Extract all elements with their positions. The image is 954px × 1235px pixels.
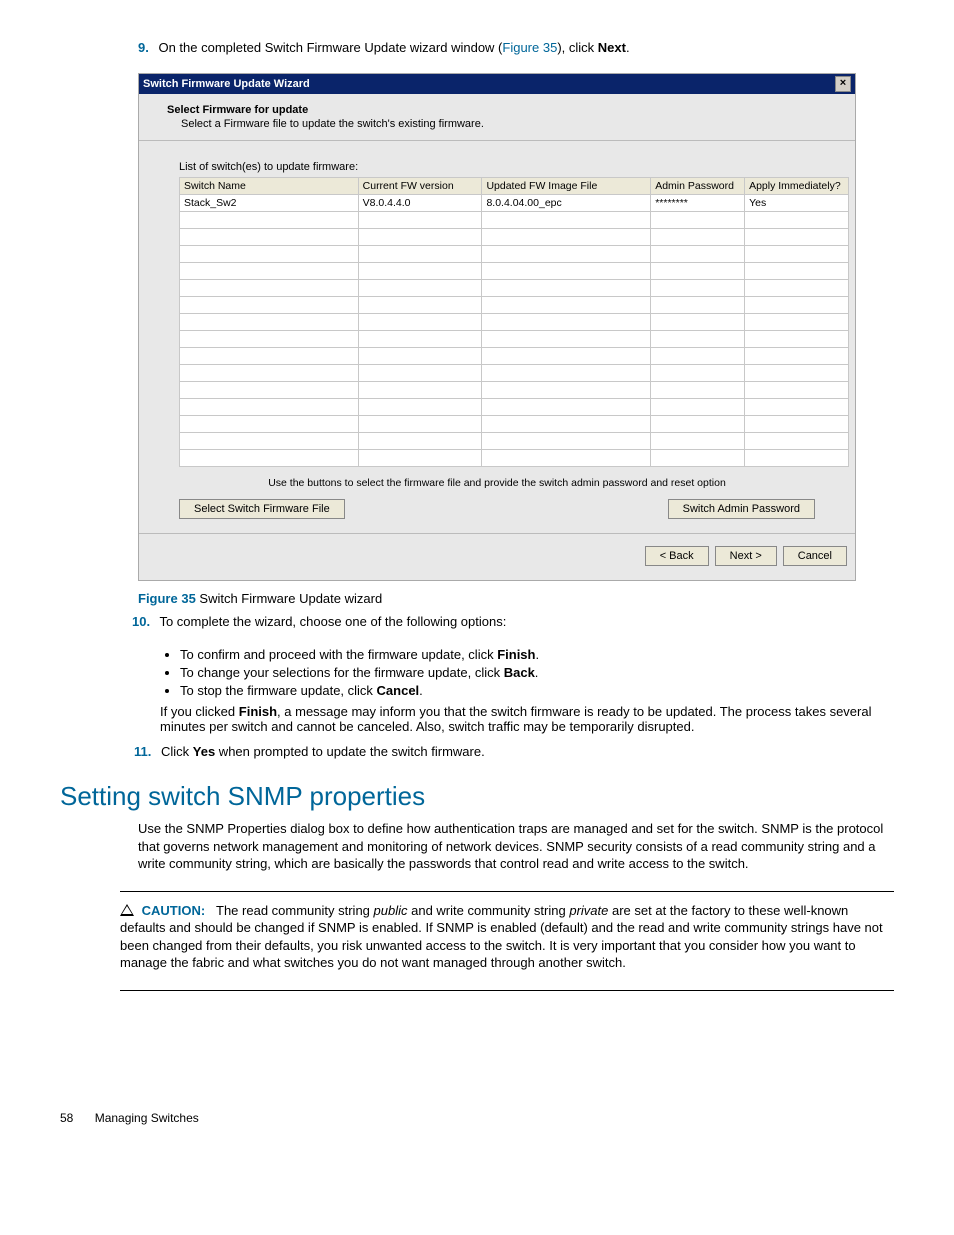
section-body-snmp: Use the SNMP Properties dialog box to de… [138,820,894,873]
table-row [180,382,849,399]
table-row [180,331,849,348]
table-row [180,212,849,229]
page-footer: 58 Managing Switches [60,1111,894,1125]
option-back: To change your selections for the firmwa… [180,665,894,680]
figure-number: Figure 35 [138,591,196,606]
select-firmware-file-button[interactable]: Select Switch Firmware File [179,499,345,519]
table-row [180,263,849,280]
step-11-number: 11. [134,744,151,759]
close-icon[interactable]: × [835,76,851,92]
figure-caption-text: Switch Firmware Update wizard [196,591,382,606]
step-10-note: If you clicked Finish, a message may inf… [160,704,894,734]
step-9-bold: Next [598,40,626,55]
table-header-row: Switch Name Current FW version Updated F… [180,178,849,195]
col-current-version: Current FW version [358,178,482,195]
wizard-step-subtitle: Select a Firmware file to update the swi… [181,118,827,130]
step-9-text-mid: ), click [557,40,597,55]
col-updated-file: Updated FW Image File [482,178,651,195]
table-row [180,399,849,416]
step-9-text-post: . [626,40,630,55]
instruction-hint: Use the buttons to select the firmware f… [167,477,827,489]
figure-35-link[interactable]: Figure 35 [502,40,557,55]
table-row [180,450,849,467]
switch-list-label: List of switch(es) to update firmware: [179,161,827,173]
col-apply-immediately: Apply Immediately? [745,178,849,195]
switch-admin-password-button[interactable]: Switch Admin Password [668,499,815,519]
option-finish: To confirm and proceed with the firmware… [180,647,894,662]
cancel-button[interactable]: Cancel [783,546,847,566]
caution-label: CAUTION: [142,903,206,918]
divider [120,990,894,991]
table-row [180,280,849,297]
step-10-text: To complete the wizard, choose one of th… [159,614,506,629]
dialog-titlebar: Switch Firmware Update Wizard × [139,74,855,94]
table-row [180,365,849,382]
step-10-options: To confirm and proceed with the firmware… [180,647,894,698]
wizard-step-title: Select Firmware for update [167,104,827,116]
table-row [180,229,849,246]
cell-updated-file: 8.0.4.04.00_epc [482,195,651,212]
step-10-number: 10. [132,614,150,629]
option-cancel: To stop the firmware update, click Cance… [180,683,894,698]
step-10: 10. To complete the wizard, choose one o… [132,614,894,629]
step-9-number: 9. [138,40,149,55]
cell-current-version: V8.0.4.4.0 [358,195,482,212]
table-row [180,416,849,433]
step-11: 11. Click Yes when prompted to update th… [134,744,894,759]
table-row[interactable]: Stack_Sw2 V8.0.4.4.0 8.0.4.04.00_epc ***… [180,195,849,212]
caution-icon [120,904,134,916]
figure-35-caption: Figure 35 Switch Firmware Update wizard [138,591,894,606]
table-row [180,246,849,263]
footer-title: Managing Switches [95,1111,199,1125]
cell-admin-password: ******** [651,195,745,212]
cell-apply-immediately: Yes [745,195,849,212]
back-button[interactable]: < Back [645,546,709,566]
cell-switch-name: Stack_Sw2 [180,195,359,212]
divider [120,891,894,892]
step-9: 9. On the completed Switch Firmware Upda… [138,40,894,55]
switch-table: Switch Name Current FW version Updated F… [179,177,849,467]
firmware-update-wizard-dialog: Switch Firmware Update Wizard × Select F… [138,73,856,581]
caution-block: CAUTION: The read community string publi… [120,902,894,972]
dialog-title: Switch Firmware Update Wizard [143,78,310,90]
table-row [180,433,849,450]
next-button[interactable]: Next > [715,546,777,566]
section-heading-snmp: Setting switch SNMP properties [60,781,894,812]
table-row [180,314,849,331]
col-admin-password: Admin Password [651,178,745,195]
step-9-text-pre: On the completed Switch Firmware Update … [158,40,502,55]
table-row [180,348,849,365]
page-number: 58 [60,1111,73,1125]
col-switch-name: Switch Name [180,178,359,195]
table-row [180,297,849,314]
